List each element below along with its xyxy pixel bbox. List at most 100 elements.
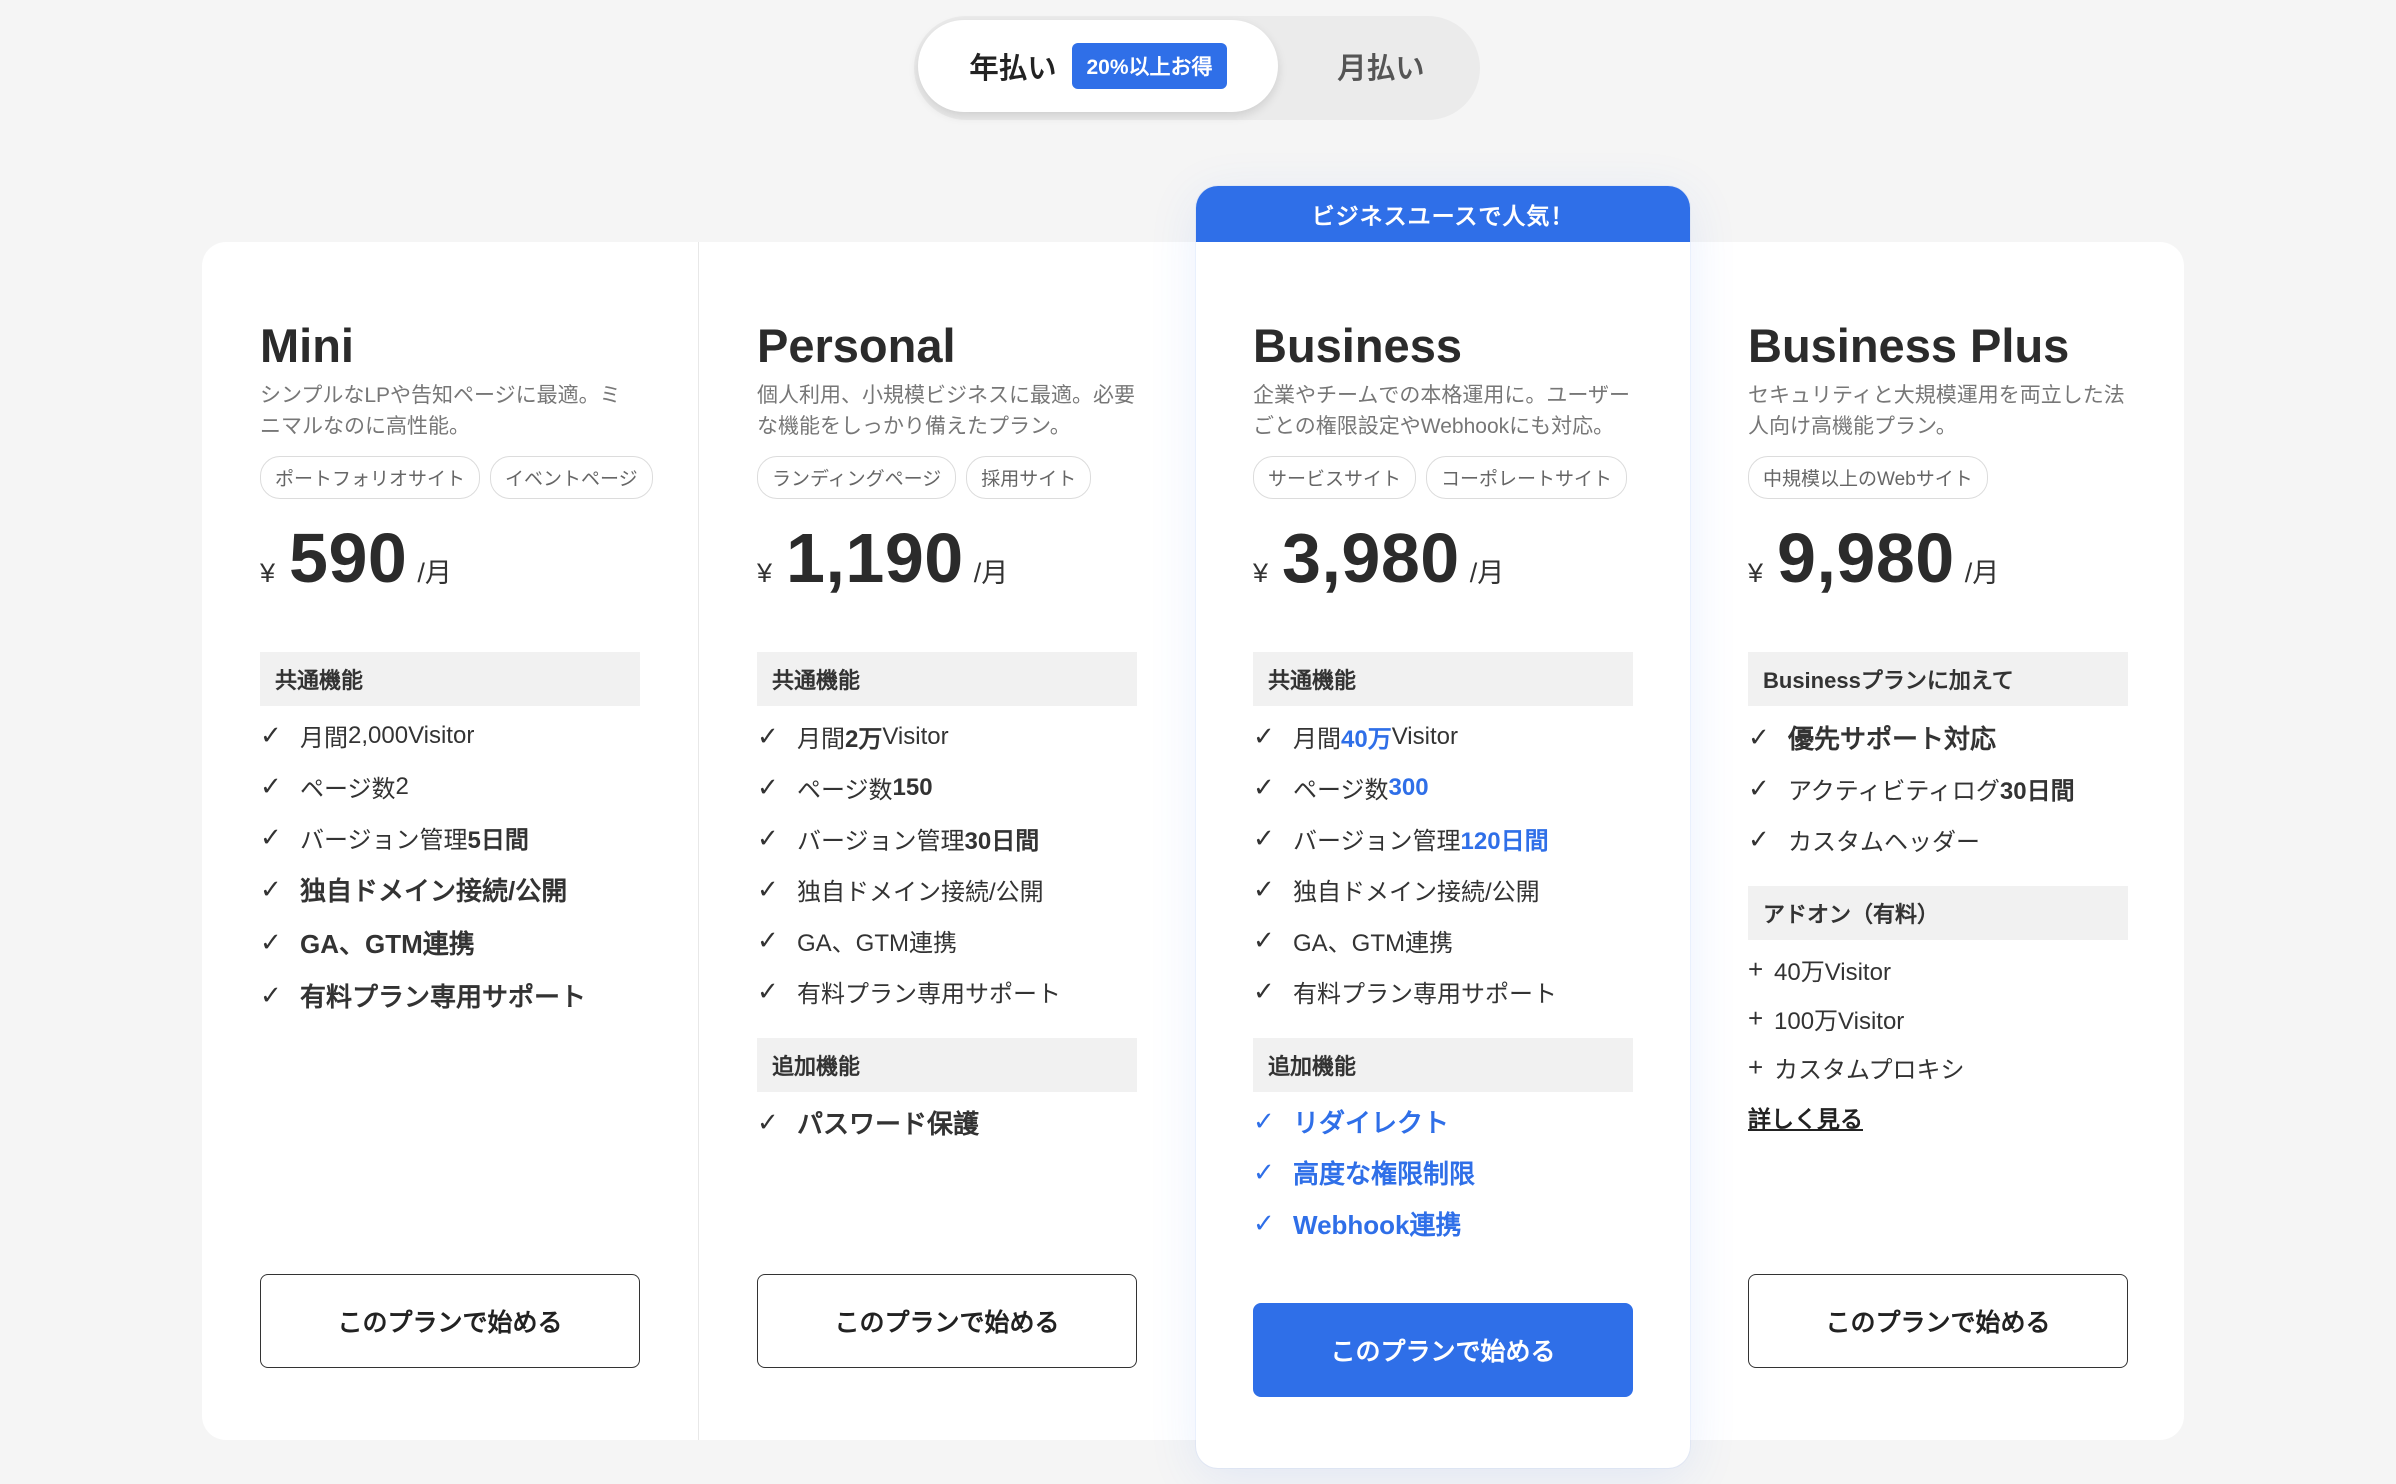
price-currency: ¥ (1748, 558, 1764, 588)
price-amount: 1,190 (786, 519, 964, 597)
start-plan-button[interactable]: このプランで始める (757, 1274, 1137, 1368)
feature-item: ✓ ページ数 150 (757, 762, 1137, 813)
billing-toggle: 年払い 20%以上お得 月払い (914, 16, 1480, 120)
tag: コーポレートサイト (1426, 456, 1628, 499)
feature-value: 2万 (845, 726, 883, 753)
feature-list: ✓ 優先サポート対応 ✓ アクティビティログ 30日間 ✓ カスタムヘッダー (1748, 711, 2128, 865)
check-icon: ✓ (1748, 721, 1770, 752)
discount-badge: 20%以上お得 (1072, 43, 1227, 89)
feature-item: ✓ 高度な権限制限 (1253, 1147, 1633, 1198)
plan-personal: Personal 個人利用、小規模ビジネスに最適。必要な機能をしっかり備えたプラ… (757, 242, 1137, 1440)
addon-text: カスタムプロキシ (1774, 1057, 1965, 1084)
price-currency: ¥ (1253, 558, 1269, 588)
price-unit: /月 (973, 558, 1009, 588)
monthly-billing-option[interactable]: 月払い (1286, 20, 1476, 112)
addon-item: +100万Visitor (1748, 994, 2128, 1043)
plan-description: 個人利用、小規模ビジネスに最適。必要な機能をしっかり備えたプラン。 (757, 384, 1135, 438)
learn-more-link[interactable]: 詳しく見る (1748, 1100, 1863, 1134)
check-icon: ✓ (1253, 772, 1275, 802)
feature-item: ✓ 月間 2,000 Visitor (260, 710, 640, 761)
feature-text: 有料プラン専用サポート (300, 982, 587, 1012)
feature-value: 30日間 (1999, 778, 2075, 805)
feature-text: 高度な権限制限 (1293, 1159, 1476, 1189)
featured-ribbon: ビジネスユースで人気！ (1196, 186, 1690, 242)
feature-text: 月間 (797, 726, 845, 753)
tag: 採用サイト (966, 456, 1092, 499)
feature-text: リダイレクト (1293, 1108, 1450, 1138)
price-amount: 9,980 (1777, 519, 1955, 597)
feature-list: ✓ リダイレクト ✓ 高度な権限制限 ✓ Webhook連携 (1253, 1096, 1633, 1249)
check-icon: ✓ (1253, 823, 1275, 853)
check-icon: ✓ (1253, 976, 1275, 1006)
tag: イベントページ (490, 456, 653, 499)
feature-item: ✓ Webhook連携 (1253, 1198, 1633, 1249)
feature-list: ✓ 月間 2万 Visitor ✓ ページ数 150 ✓ バージョン管理 30日間 ✓… (757, 711, 1137, 1017)
feature-text: 有料プラン専用サポート (1293, 981, 1557, 1008)
feature-item: ✓ バージョン管理 5日間 (260, 812, 640, 863)
feature-item: ✓ GA、GTM連携 (757, 915, 1137, 966)
section-heading: 共通機能 (1253, 652, 1633, 706)
feature-item: ✓ リダイレクト (1253, 1096, 1633, 1147)
feature-text: GA、GTM連携 (300, 929, 475, 959)
price-amount: 3,980 (1282, 519, 1460, 597)
check-icon: ✓ (260, 980, 282, 1010)
check-icon: ✓ (757, 925, 779, 955)
check-icon: ✓ (260, 874, 282, 904)
feature-value: 120日間 (1460, 828, 1549, 855)
feature-value: 40万 (1341, 726, 1392, 753)
feature-suffix: Visitor (408, 721, 475, 749)
feature-text: カスタムヘッダー (1788, 829, 1980, 856)
section-heading: 追加機能 (1253, 1038, 1633, 1092)
check-icon: ✓ (757, 721, 779, 751)
plan-tags: ランディングページ 採用サイト (757, 456, 1092, 499)
check-icon: ✓ (260, 720, 282, 750)
plus-icon: + (1748, 954, 1764, 984)
check-icon: ✓ (1253, 925, 1275, 955)
column-divider (698, 242, 699, 1440)
plan-tags: ポートフォリオサイト イベントページ (260, 456, 653, 499)
plan-description: セキュリティと大規模運用を両立した法人向け高機能プラン。 (1748, 384, 2125, 438)
feature-item: ✓ ページ数 2 (260, 761, 640, 812)
start-plan-button[interactable]: このプランで始める (1253, 1303, 1633, 1397)
feature-text: 月間 (1293, 726, 1341, 753)
plan-business-plus: Business Plus セキュリティと大規模運用を両立した法人向け高機能プラ… (1748, 242, 2128, 1440)
tag: ポートフォリオサイト (260, 456, 481, 499)
plan-price: ¥ 590 /月 (260, 518, 452, 598)
feature-text: ページ数 (797, 777, 893, 804)
feature-text: 有料プラン専用サポート (797, 981, 1061, 1008)
plan-mini: Mini シンプルなLPや告知ページに最適。ミニマルなのに高性能。 ポートフォリ… (260, 242, 653, 1440)
feature-text: バージョン管理 (797, 828, 965, 855)
price-currency: ¥ (757, 558, 773, 588)
feature-item: ✓ GA、GTM連携 (260, 916, 640, 969)
feature-item: ✓ 独自ドメイン接続/公開 (1253, 864, 1633, 915)
price-unit: /月 (1469, 558, 1505, 588)
feature-list: ✓ 月間 40万 Visitor ✓ ページ数 300 ✓ バージョン管理 120日間… (1253, 711, 1633, 1017)
check-icon: ✓ (757, 772, 779, 802)
price-unit: /月 (417, 558, 452, 588)
monthly-label: 月払い (1337, 53, 1425, 85)
plus-icon: + (1748, 1003, 1764, 1033)
section-heading: 追加機能 (757, 1038, 1137, 1092)
plan-price: ¥ 3,980 /月 (1253, 518, 1504, 598)
section-heading: 共通機能 (260, 652, 640, 706)
plan-name: Business Plus (1748, 319, 2070, 372)
feature-item: ✓ 独自ドメイン接続/公開 (260, 863, 640, 916)
feature-value: 2,000 (348, 721, 409, 749)
feature-text: 独自ドメイン接続/公開 (797, 879, 1044, 906)
feature-item: ✓ 月間 40万 Visitor (1253, 711, 1633, 762)
feature-item: ✓ カスタムヘッダー (1748, 814, 2128, 865)
feature-text: Webhook連携 (1293, 1210, 1462, 1240)
check-icon: ✓ (757, 976, 779, 1006)
feature-suffix: Visitor (1391, 722, 1458, 750)
annual-billing-option[interactable]: 年払い 20%以上お得 (918, 20, 1278, 112)
section-heading: アドオン（有料） (1748, 886, 2128, 940)
price-currency: ¥ (260, 558, 276, 588)
feature-value: 5日間 (467, 827, 529, 854)
feature-text: GA、GTM連携 (797, 930, 957, 957)
check-icon: ✓ (260, 822, 282, 852)
start-plan-button[interactable]: このプランで始める (1748, 1274, 2128, 1368)
feature-item: ✓ 月間 2万 Visitor (757, 711, 1137, 762)
feature-suffix: Visitor (882, 722, 949, 750)
start-plan-button[interactable]: このプランで始める (260, 1274, 640, 1368)
check-icon: ✓ (1748, 824, 1770, 854)
